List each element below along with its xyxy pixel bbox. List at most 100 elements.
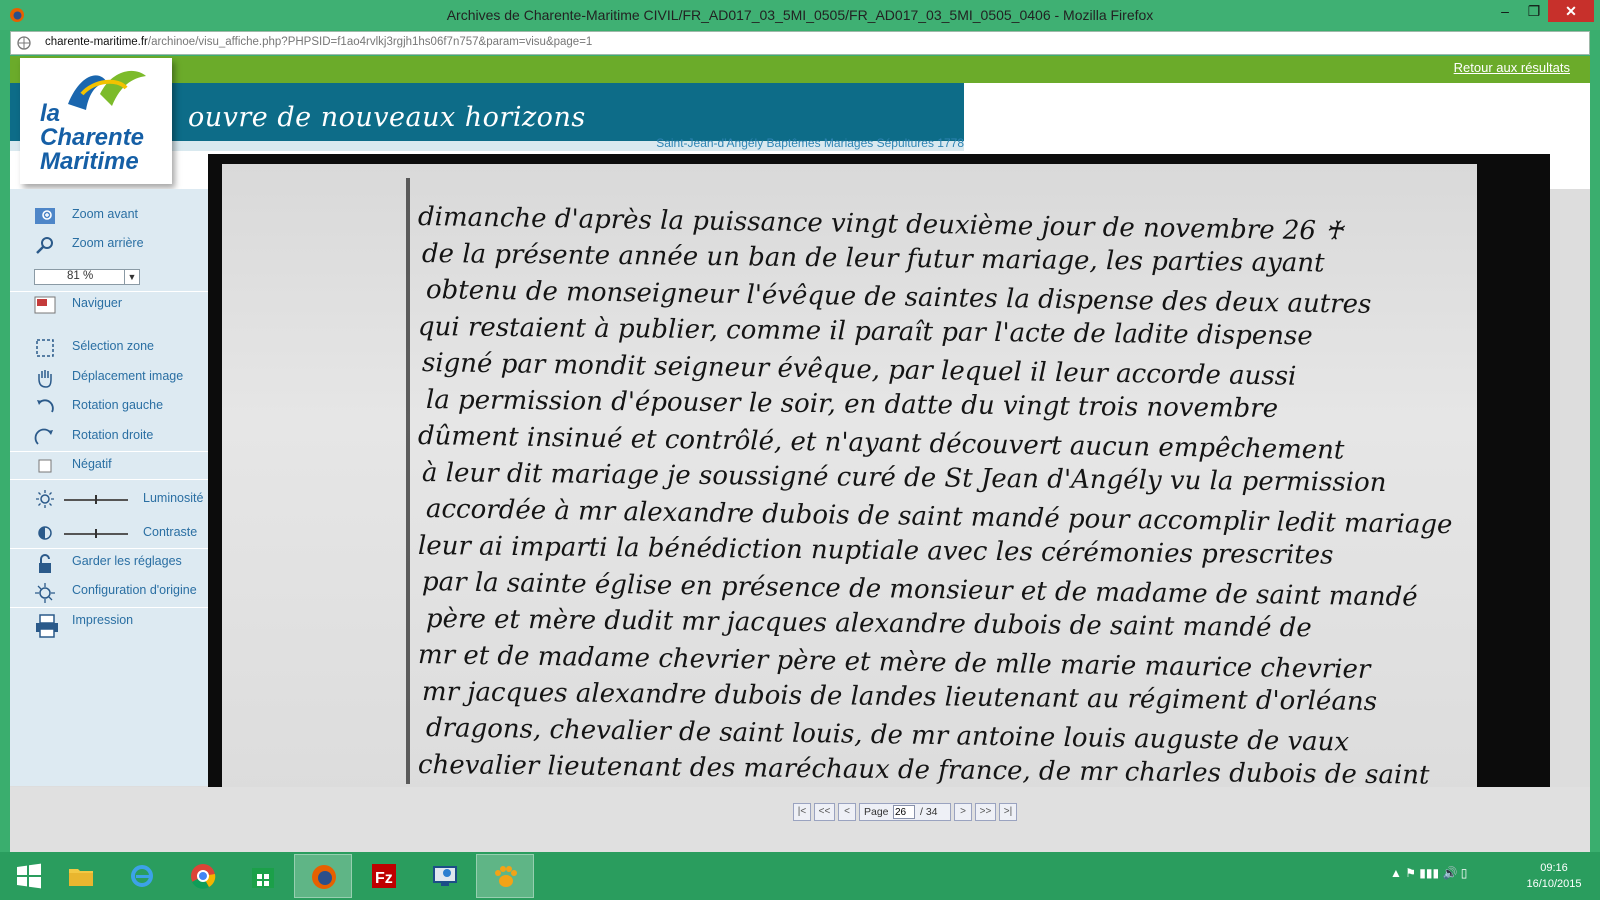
back-10-pages-button[interactable]: << [814,803,835,821]
previous-page-button[interactable]: < [838,803,856,821]
clock-time: 09:16 [1540,862,1568,874]
contrast-label: Contraste [143,525,198,539]
system-tray[interactable]: ▲ ⚑ ▮▮▮ 🔊 ▯ [1390,866,1467,880]
internet-explorer-icon [131,865,153,887]
taskbar-chrome[interactable] [174,854,232,898]
paw-app-icon [495,866,517,887]
first-page-button[interactable]: |< [793,803,811,821]
rotate-right-icon [34,428,53,445]
title-bar: Archives de Charente-Maritime CIVIL/FR_A… [0,0,1600,30]
zoom-in-tool[interactable]: Zoom avant [10,203,208,229]
zoom-in-label: Zoom avant [72,207,139,221]
taskbar-clock[interactable]: 09:16 16/10/2015 [1518,860,1590,892]
taskbar-filezilla[interactable]: Fz [355,854,413,898]
negative-tool[interactable]: Négatif [10,453,208,479]
close-button[interactable]: ✕ [1548,0,1594,22]
print-label: Impression [72,613,134,627]
next-page-button[interactable]: > [954,803,972,821]
divider [10,451,208,452]
page-label: Page [864,806,889,818]
brightness-label: Luminosité [143,491,204,505]
taskbar-paw-app[interactable] [476,854,534,898]
zoom-out-label: Zoom arrière [72,236,144,250]
store-icon [252,868,274,888]
url-text[interactable]: charente-maritime.fr/archinoe/visu_affic… [45,36,592,48]
negative-label: Négatif [72,457,112,471]
chrome-icon [191,864,216,889]
forward-10-pages-button[interactable]: >> [975,803,996,821]
move-image-tool[interactable]: Déplacement image [10,365,208,391]
last-page-button[interactable]: >| [999,803,1017,821]
zoom-level-select[interactable]: 81 % ▼ [34,269,140,285]
select-zone-tool[interactable]: Sélection zone [10,335,208,361]
padlock-icon [39,554,51,573]
selection-icon [36,339,54,357]
back-to-results-link[interactable]: Retour aux résultats [1454,60,1570,75]
page-viewport: Retour aux résultats ouvre de nouveaux h… [10,56,1590,852]
contrast-control[interactable]: Contraste [10,518,208,548]
folder-icon [69,869,93,886]
taskbar-remote-desktop[interactable] [416,854,474,898]
brightness-slider-handle[interactable] [95,495,97,504]
globe-icon [17,36,31,50]
rotate-right-label: Rotation droite [72,428,154,442]
taskbar-firefox[interactable] [294,854,352,898]
logo-text: la Charente Maritime [40,102,170,174]
hand-icon [38,370,52,388]
logo-line-2: Charente [40,124,145,151]
negative-checkbox-icon [38,459,52,473]
rotate-left-tool[interactable]: Rotation gauche [10,394,208,420]
zoom-level-value: 81 % [67,270,94,282]
zoom-in-icon [35,208,55,224]
start-button[interactable] [0,854,58,898]
filezilla-icon: Fz [372,864,396,888]
taskbar-internet-explorer[interactable] [113,854,171,898]
clock-date: 16/10/2015 [1526,878,1582,890]
reset-settings-tool[interactable]: Configuration d'origine [10,579,208,607]
zoom-out-tool[interactable]: Zoom arrière [10,232,208,258]
rotate-left-label: Rotation gauche [72,398,164,412]
zoom-out-icon [36,237,53,254]
print-tool[interactable]: Impression [10,609,208,641]
windows-logo-icon [17,863,41,889]
chevron-down-icon: ▼ [124,270,139,284]
page-total: / 34 [920,806,938,818]
top-green-strip: Retour aux résultats [10,56,1590,83]
taskbar-file-explorer[interactable] [52,854,110,898]
select-zone-label: Sélection zone [72,339,155,353]
site-logo[interactable]: la Charente Maritime [20,58,172,184]
taskbar: Fz ▲ ⚑ ▮▮▮ 🔊 ▯ 09:16 16/10/2015 [0,852,1600,900]
taskbar-store[interactable] [234,854,292,898]
minimize-button[interactable]: – [1490,0,1520,22]
pagination-bar: |< << < Page / 34 > >> >| [10,787,1590,852]
navigate-label: Naviguer [72,296,123,310]
page-number-input[interactable] [893,805,915,819]
keep-settings-tool[interactable]: Garder les réglages [10,550,208,578]
document-viewer[interactable]: dimanche d'après la puissance vingt deux… [208,154,1550,787]
rotate-left-icon [37,399,54,413]
address-bar[interactable]: charente-maritime.fr/archinoe/visu_affic… [10,31,1590,55]
url-domain: charente-maritime.fr [45,36,148,48]
brightness-control[interactable]: Luminosité [10,484,208,514]
remote-desktop-icon [433,866,457,886]
contrast-icon [38,526,52,540]
navigate-tool[interactable]: Naviguer [10,292,208,318]
reset-settings-label: Configuration d'origine [72,583,197,597]
printer-icon [36,614,58,638]
url-path: /archinoe/visu_affiche.php?PHPSID=f1ao4r… [147,36,593,48]
slogan: ouvre de nouveaux horizons [188,102,586,133]
divider [10,548,208,549]
document-caption: Saint-Jean-d'Angély Baptêmes Mariages Sé… [656,136,964,150]
page-margin-line [406,178,410,784]
svg-text:Fz: Fz [375,870,393,887]
divider [10,607,208,608]
tool-sidebar: Zoom avant Zoom arrière 81 % ▼ Naviguer … [10,189,208,786]
divider [10,479,208,480]
settings-sun-icon [35,583,55,603]
logo-line-1: la [40,100,61,127]
rotate-right-tool[interactable]: Rotation droite [10,424,208,450]
keep-settings-label: Garder les réglages [72,554,182,568]
contrast-slider-handle[interactable] [95,529,97,538]
navigator-icon [34,296,56,314]
maximize-button[interactable]: ❐ [1520,0,1548,22]
